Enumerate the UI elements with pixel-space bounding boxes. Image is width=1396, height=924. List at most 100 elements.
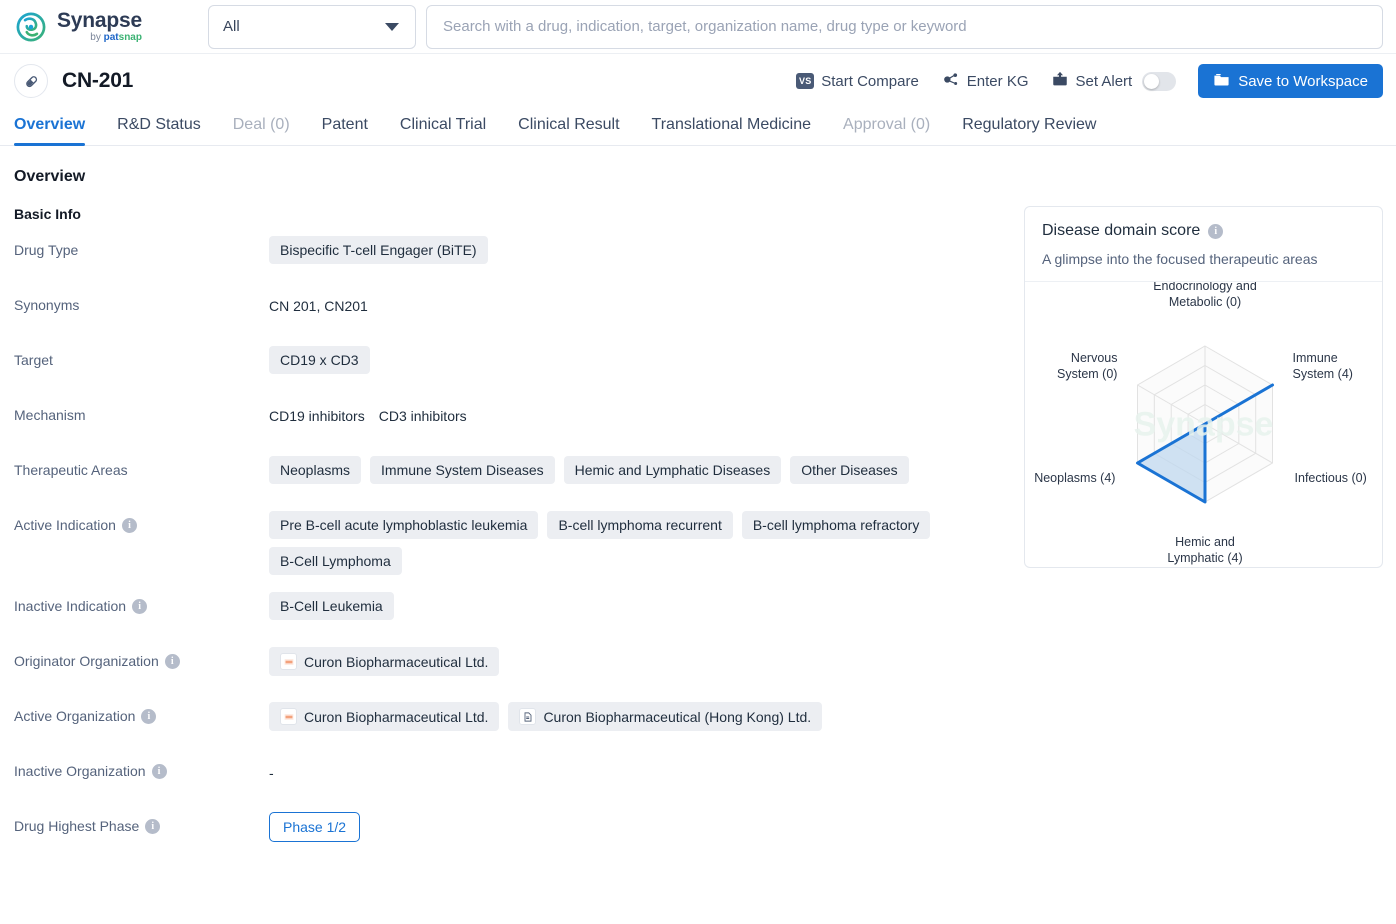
label-therapeutic-areas: Therapeutic Areas (14, 462, 128, 478)
row-originator-organization: Originator Organization i Curon Biopharm… (14, 645, 1024, 685)
svg-text:NervousSystem (0): Nervous System (0) (1057, 351, 1117, 381)
mechanism-list: CD19 inhibitors CD3 inhibitors (269, 401, 481, 431)
row-drug-highest-phase: Drug Highest Phase i Phase 1/2 (14, 810, 1024, 850)
document-icon (519, 708, 537, 725)
row-mechanism: Mechanism CD19 inhibitors CD3 inhibitors (14, 399, 1024, 439)
set-alert-button[interactable]: Set Alert (1051, 70, 1132, 92)
tag-target[interactable]: CD19 x CD3 (269, 346, 370, 374)
label-active-indication: Active Indication i (14, 509, 269, 533)
brand-snap: snap (118, 32, 142, 43)
tab-clinical-result[interactable]: Clinical Result (502, 116, 635, 145)
tag-active-indication[interactable]: B-cell lymphoma recurrent (547, 511, 733, 539)
save-to-workspace-label: Save to Workspace (1238, 72, 1368, 90)
drug-highest-phase-button[interactable]: Phase 1/2 (269, 812, 361, 842)
value-synonyms: CN 201, CN201 (269, 289, 1024, 321)
radar-chart-svg: Endocrinology and Metabolic (0) Immune Syst… (1034, 279, 1367, 565)
set-alert-toggle[interactable] (1142, 71, 1177, 91)
mechanism-item: CD3 inhibitors (378, 408, 467, 424)
radar-card-title: Disease domain score (1042, 222, 1201, 239)
knowledge-graph-icon (941, 70, 960, 93)
label-mechanism: Mechanism (14, 407, 86, 423)
info-icon[interactable]: i (141, 708, 157, 724)
basic-info-heading: Basic Info (14, 206, 81, 222)
brand-name: Synapse (57, 9, 142, 32)
start-compare-label: Start Compare (821, 72, 919, 90)
radar-card-header: Disease domain score i A glimpse into th… (1025, 207, 1382, 282)
tab-deal[interactable]: Deal (0) (217, 116, 306, 145)
overview-content: Overview Basic Info Drug Type Bispecific… (0, 146, 1396, 865)
tag-therapeutic-area[interactable]: Other Diseases (790, 456, 909, 484)
inactive-organization-value: - (269, 765, 274, 781)
search-input[interactable] (441, 17, 1368, 36)
synapse-logo[interactable]: Synapse by patsnap (14, 10, 194, 44)
row-active-indication: Active Indication i Pre B-cell acute lym… (14, 509, 1024, 575)
row-therapeutic-areas: Therapeutic Areas Neoplasms Immune Syste… (14, 454, 1024, 494)
value-originator-organization: Curon Biopharmaceutical Ltd. (269, 645, 1024, 676)
active-organization-name: Curon Biopharmaceutical (Hong Kong) Ltd. (543, 708, 812, 725)
value-mechanism: CD19 inhibitors CD3 inhibitors (269, 399, 1024, 431)
row-active-organization: Active Organization i Curon Biopharmaceu… (14, 700, 1024, 740)
info-icon[interactable]: i (1208, 223, 1224, 239)
originator-organization-name: Curon Biopharmaceutical Ltd. (304, 653, 489, 670)
row-inactive-organization: Inactive Organization i - (14, 755, 1024, 795)
search-scope-value: All (223, 18, 240, 35)
value-active-organization: Curon Biopharmaceutical Ltd. Curon Bioph… (269, 700, 1024, 731)
label-drug-type: Drug Type (14, 242, 79, 258)
tag-therapeutic-area[interactable]: Immune System Diseases (370, 456, 555, 484)
svg-text:ImmuneSystem (4): Immune System (4) (1293, 351, 1353, 381)
value-inactive-indication: B-Cell Leukemia (269, 590, 1024, 620)
synonyms-text: CN 201, CN201 (269, 298, 368, 314)
value-target: CD19 x CD3 (269, 344, 1024, 374)
tag-active-indication[interactable]: B-cell lymphoma refractory (741, 511, 931, 539)
enter-kg-button[interactable]: Enter KG (941, 70, 1029, 93)
value-inactive-organization: - (269, 755, 1024, 789)
info-icon[interactable]: i (145, 818, 161, 834)
company-logo-icon (280, 708, 297, 725)
tag-therapeutic-area[interactable]: Neoplasms (269, 456, 362, 484)
drug-header: CN-201 VS Start Compare Enter KG Set Ale… (0, 54, 1396, 108)
radar-card-subtitle: A glimpse into the focused therapeutic a… (1042, 251, 1318, 267)
start-compare-button[interactable]: VS Start Compare (796, 73, 919, 90)
info-icon[interactable]: i (132, 598, 148, 614)
tag-drug-type[interactable]: Bispecific T-cell Engager (BiTE) (269, 236, 488, 264)
active-organization-name: Curon Biopharmaceutical Ltd. (304, 708, 489, 725)
folder-icon (1213, 71, 1230, 92)
tab-regulatory-review[interactable]: Regulatory Review (946, 116, 1112, 145)
row-drug-type: Drug Type Bispecific T-cell Engager (BiT… (14, 234, 1024, 274)
info-icon[interactable]: i (164, 653, 180, 669)
svg-text:Neoplasms (4): Neoplasms (4) (1034, 471, 1115, 485)
top-search-bar: Synapse by patsnap All (0, 0, 1396, 54)
tag-inactive-indication[interactable]: B-Cell Leukemia (269, 592, 394, 620)
search-scope-select[interactable]: All (208, 4, 416, 49)
svg-text:Endocrinology andMetabolic (0): Endocrinology and Metabolic (0) (1153, 282, 1257, 309)
label-target: Target (14, 352, 53, 368)
tag-therapeutic-area[interactable]: Hemic and Lymphatic Diseases (563, 456, 782, 484)
row-synonyms: Synonyms CN 201, CN201 (14, 289, 1024, 329)
value-drug-highest-phase: Phase 1/2 (269, 810, 1024, 842)
search-box[interactable] (426, 4, 1383, 49)
basic-info-panel: Overview Basic Info Drug Type Bispecific… (14, 168, 1024, 865)
radar-chart: Synapse Endocrinology and Metabolic (0) Im… (1025, 279, 1382, 567)
page-title: CN-201 (62, 69, 134, 92)
brand-by: by (90, 32, 104, 43)
value-therapeutic-areas: Neoplasms Immune System Diseases Hemic a… (269, 454, 1024, 484)
tag-active-indication[interactable]: Pre B-cell acute lymphoblastic leukemia (269, 511, 539, 539)
info-icon[interactable]: i (151, 763, 167, 779)
tag-active-indication[interactable]: B-Cell Lymphoma (269, 547, 402, 575)
tab-overview[interactable]: Overview (14, 116, 101, 146)
tab-clinical-trial[interactable]: Clinical Trial (384, 116, 502, 145)
tag-active-organization[interactable]: Curon Biopharmaceutical Ltd. (269, 702, 500, 731)
save-to-workspace-button[interactable]: Save to Workspace (1198, 64, 1383, 98)
label-active-organization: Active Organization i (14, 700, 269, 724)
tab-patent[interactable]: Patent (306, 116, 384, 145)
label-drug-highest-phase: Drug Highest Phase i (14, 810, 269, 834)
tag-active-organization[interactable]: Curon Biopharmaceutical (Hong Kong) Ltd. (508, 702, 823, 731)
brand-pat: pat (103, 32, 119, 43)
info-icon[interactable]: i (121, 517, 137, 533)
tab-approval[interactable]: Approval (0) (827, 116, 946, 145)
row-target: Target CD19 x CD3 (14, 344, 1024, 384)
tab-translational-medicine[interactable]: Translational Medicine (636, 116, 827, 145)
chevron-down-icon (385, 22, 399, 31)
tag-originator-organization[interactable]: Curon Biopharmaceutical Ltd. (269, 647, 500, 676)
tab-rd-status[interactable]: R&D Status (101, 116, 217, 145)
